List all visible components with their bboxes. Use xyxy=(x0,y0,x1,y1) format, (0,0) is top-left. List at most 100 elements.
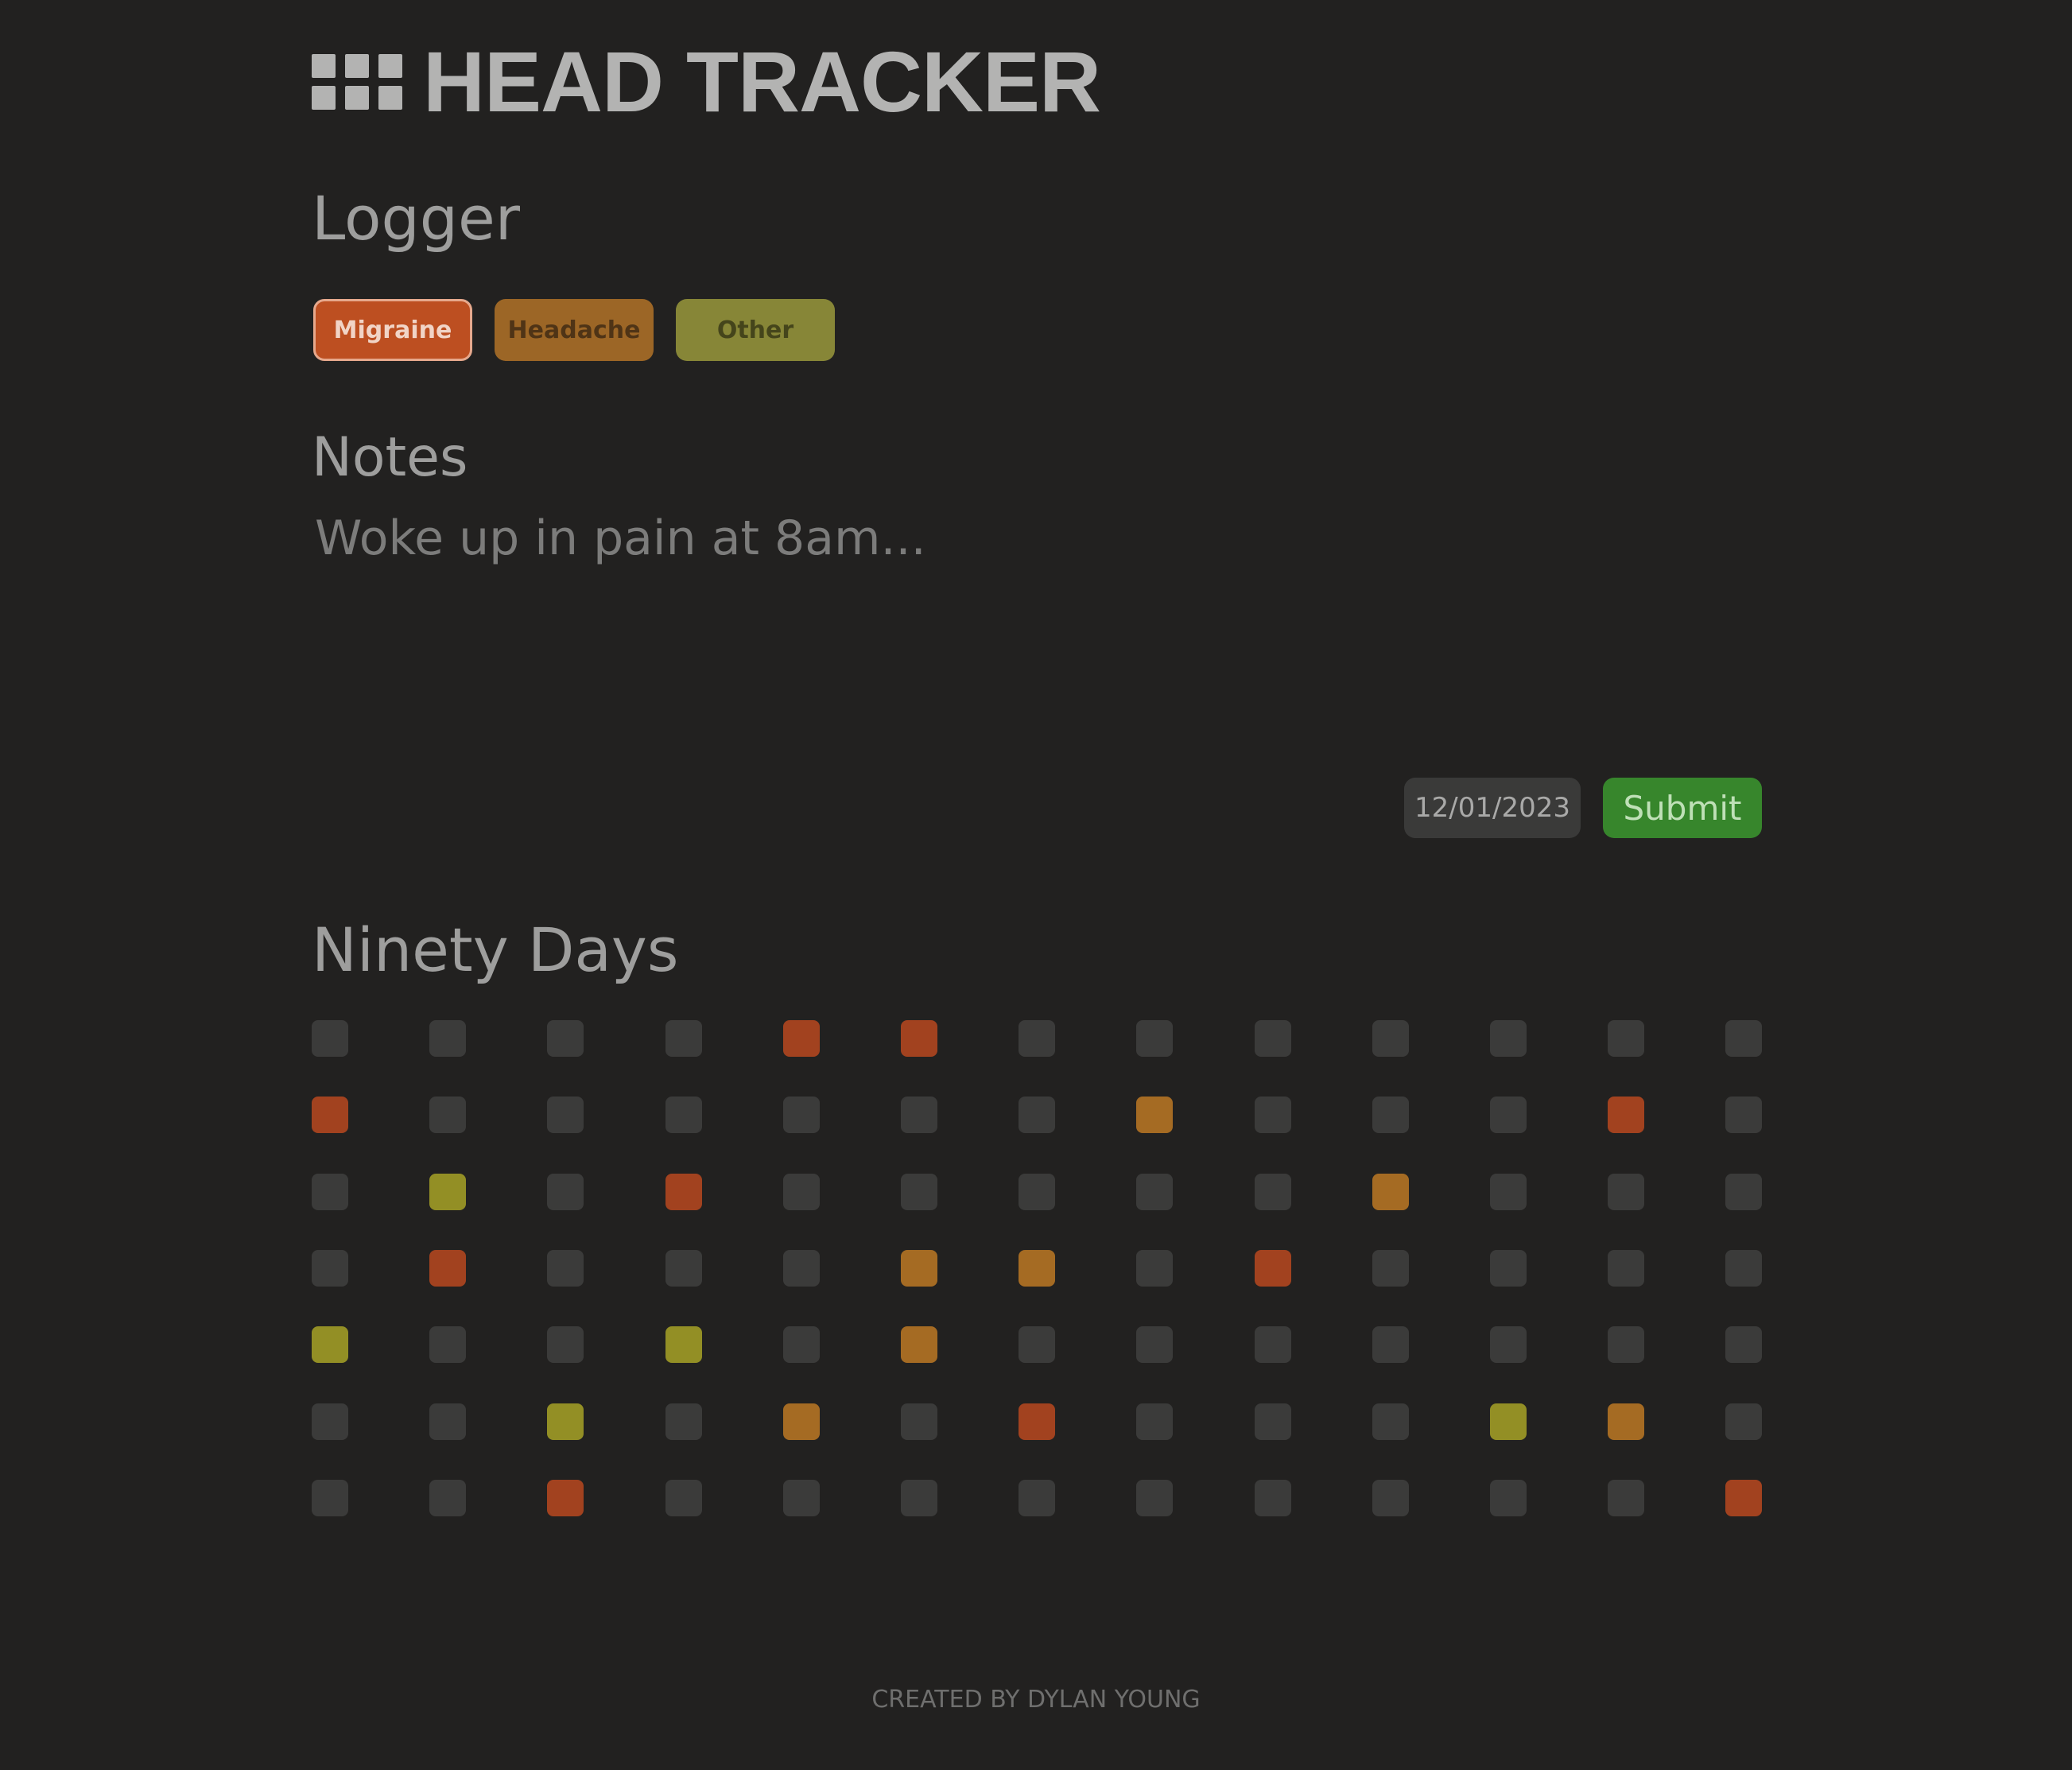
day-cell xyxy=(1254,1020,1291,1057)
submit-button[interactable]: Submit xyxy=(1603,778,1762,838)
day-cell xyxy=(312,1173,348,1210)
day-cell xyxy=(901,1173,937,1210)
other-button[interactable]: Other xyxy=(676,299,835,361)
day-cell xyxy=(547,1249,584,1287)
day-cell xyxy=(901,1326,937,1364)
day-cell xyxy=(901,1249,937,1287)
day-cell xyxy=(1254,1249,1291,1287)
day-cell xyxy=(1608,1020,1645,1057)
ninety-days-heading: Ninety Days xyxy=(312,914,679,985)
day-cell xyxy=(665,1326,702,1364)
day-cell xyxy=(429,1249,467,1287)
day-cell xyxy=(1136,1097,1174,1134)
day-cell xyxy=(547,1097,584,1134)
day-cell xyxy=(1372,1173,1409,1210)
day-cell xyxy=(901,1479,937,1516)
day-cell xyxy=(901,1020,937,1057)
day-cell xyxy=(665,1249,702,1287)
day-cell xyxy=(1136,1249,1174,1287)
migraine-button[interactable]: Migraine xyxy=(313,299,472,361)
day-cell xyxy=(1490,1403,1527,1440)
day-cell xyxy=(1725,1479,1763,1516)
day-cell xyxy=(1136,1326,1174,1364)
day-cell xyxy=(665,1403,702,1440)
app-header: HEAD TRACKER xyxy=(312,33,1101,130)
day-cell xyxy=(1372,1403,1409,1440)
logger-heading: Logger xyxy=(312,183,520,254)
day-cell xyxy=(1136,1173,1174,1210)
notes-textarea[interactable] xyxy=(312,501,1762,739)
day-cell xyxy=(1019,1249,1056,1287)
day-cell xyxy=(901,1403,937,1440)
day-cell xyxy=(1490,1020,1527,1057)
day-cell xyxy=(1019,1479,1056,1516)
day-cell xyxy=(782,1249,820,1287)
day-cell xyxy=(782,1020,820,1057)
day-cell xyxy=(1019,1097,1056,1134)
day-cell xyxy=(1019,1173,1056,1210)
day-cell xyxy=(429,1403,467,1440)
day-cell xyxy=(1608,1479,1645,1516)
day-cell xyxy=(1136,1020,1174,1057)
day-cell xyxy=(665,1479,702,1516)
day-cell xyxy=(1372,1326,1409,1364)
day-cell xyxy=(782,1403,820,1440)
day-cell xyxy=(429,1479,467,1516)
day-cell xyxy=(547,1020,584,1057)
day-cell xyxy=(1254,1326,1291,1364)
day-cell xyxy=(547,1173,584,1210)
headache-button[interactable]: Headache xyxy=(495,299,654,361)
day-cell xyxy=(782,1326,820,1364)
footer-credit: CREATED BY DYLAN YOUNG xyxy=(871,1686,1201,1714)
day-cell xyxy=(547,1479,584,1516)
day-cell xyxy=(1019,1403,1056,1440)
day-cell xyxy=(429,1173,467,1210)
day-cell xyxy=(1254,1173,1291,1210)
day-cell xyxy=(1490,1479,1527,1516)
day-cell xyxy=(1608,1173,1645,1210)
day-cell xyxy=(1725,1097,1763,1134)
day-cell xyxy=(1019,1326,1056,1364)
day-cell xyxy=(1136,1479,1174,1516)
day-cell xyxy=(1608,1097,1645,1134)
day-cell xyxy=(1608,1326,1645,1364)
app-title: HEAD TRACKER xyxy=(423,33,1101,130)
day-cell xyxy=(312,1326,348,1364)
day-cell xyxy=(1725,1173,1763,1210)
headache-type-selector: Migraine Headache Other xyxy=(313,299,835,361)
day-cell xyxy=(665,1173,702,1210)
day-cell xyxy=(1490,1249,1527,1287)
day-cell xyxy=(1019,1020,1056,1057)
day-cell xyxy=(429,1020,467,1057)
day-cell xyxy=(1136,1403,1174,1440)
day-cell xyxy=(665,1097,702,1134)
day-cell xyxy=(1372,1020,1409,1057)
day-cell xyxy=(1725,1020,1763,1057)
day-cell xyxy=(429,1097,467,1134)
day-cell xyxy=(1372,1479,1409,1516)
day-cell xyxy=(1725,1326,1763,1364)
day-cell xyxy=(901,1097,937,1134)
day-cell xyxy=(547,1326,584,1364)
day-cell xyxy=(1608,1249,1645,1287)
day-cell xyxy=(429,1326,467,1364)
day-cell xyxy=(1490,1326,1527,1364)
day-cell xyxy=(312,1249,348,1287)
day-cell xyxy=(312,1479,348,1516)
day-cell xyxy=(312,1097,348,1134)
day-cell xyxy=(1725,1249,1763,1287)
notes-heading: Notes xyxy=(312,426,468,489)
day-cell xyxy=(1490,1097,1527,1134)
grid-dots-icon xyxy=(312,54,402,110)
day-cell xyxy=(665,1020,702,1057)
day-cell xyxy=(1254,1097,1291,1134)
day-cell xyxy=(1372,1097,1409,1134)
day-cell xyxy=(312,1020,348,1057)
day-cell xyxy=(782,1479,820,1516)
day-cell xyxy=(1254,1403,1291,1440)
date-input[interactable]: 12/01/2023 xyxy=(1404,778,1581,838)
day-cell xyxy=(1608,1403,1645,1440)
day-cell xyxy=(782,1097,820,1134)
day-cell xyxy=(1725,1403,1763,1440)
day-cell xyxy=(547,1403,584,1440)
